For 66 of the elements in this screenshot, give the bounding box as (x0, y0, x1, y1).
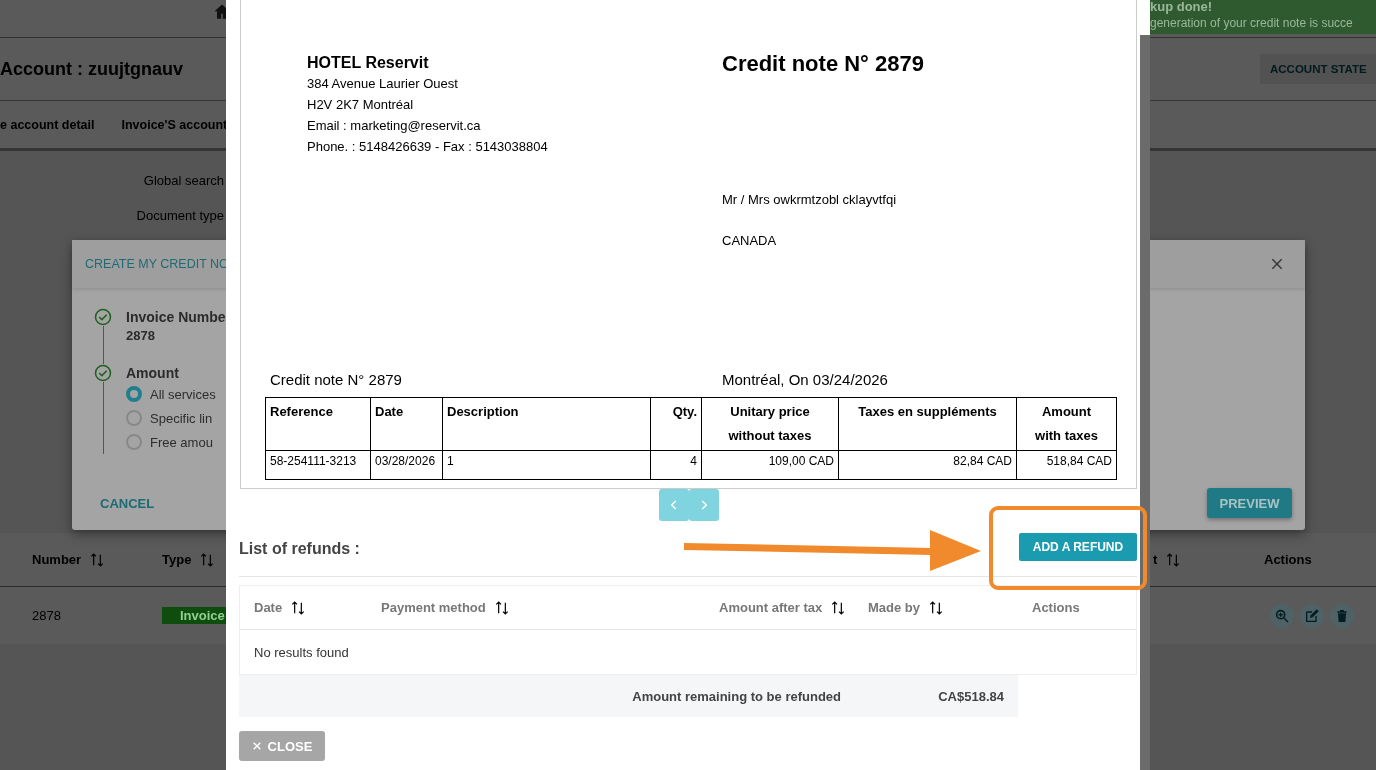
trash-button[interactable] (1330, 603, 1354, 628)
column-header: Made by (868, 600, 920, 615)
column-header: Date (254, 600, 283, 615)
step-value: 2878 (126, 327, 156, 345)
table-cell: 4 (650, 450, 702, 480)
next-page-button[interactable] (688, 489, 719, 521)
step-title: Invoice Numbe (126, 308, 226, 326)
zoom-in-button[interactable] (1270, 603, 1294, 628)
account-title: Account : zuujtgnauv (0, 58, 183, 80)
empty-message: No results found (253, 643, 350, 662)
edit-icon (1304, 607, 1320, 624)
total-label: Amount remaining to be refunded (631, 688, 841, 704)
table-cell: 82,84 CAD (838, 450, 1017, 480)
column-header: Qty. (650, 397, 702, 451)
previous-page-button[interactable] (658, 489, 689, 521)
column-header: Date (370, 397, 443, 451)
document-title: Credit note N° 2879 (722, 52, 925, 76)
place-date: Montréal, On 03/24/2026 (722, 371, 889, 388)
filter-label: Global search (143, 173, 224, 188)
table-cell: 03/28/2026 (370, 450, 443, 480)
column-header: Description (442, 397, 651, 451)
column-header: Taxes en suppléments (838, 397, 1017, 451)
column-header: Amount with taxes (1016, 397, 1117, 451)
close-button[interactable] (1269, 256, 1285, 272)
toast-message: generation of your credit note is succe (1150, 15, 1354, 32)
column-header: Actions (1264, 552, 1312, 567)
radio-option[interactable]: All services (126, 382, 216, 406)
radio-option[interactable]: Specific lin (126, 406, 216, 430)
table-cell: 1 (442, 450, 651, 480)
table-cell: 2878 (32, 608, 61, 623)
table-cell: 109,00 CAD (701, 450, 839, 480)
close-icon (251, 741, 262, 751)
column-header: Payment method (381, 600, 486, 615)
column-header: Reference (265, 397, 371, 451)
tab[interactable]: Invoice'S account (121, 117, 228, 132)
cancel-button[interactable]: CANCEL (100, 495, 155, 511)
trash-icon (1334, 607, 1350, 624)
table-cell: 518,84 CAD (1016, 450, 1117, 480)
toast-title: kup done! (1150, 0, 1214, 14)
tab[interactable]: e account detail (0, 117, 95, 132)
table-cell: 58-254111-3213 (265, 450, 371, 480)
column-header: Number (32, 552, 82, 567)
column-header: Type (162, 552, 192, 567)
column-header: Actions (1032, 600, 1080, 615)
issuer-address-line: H2V 2K7 Montréal (307, 96, 415, 114)
recipient-line: Mr / Mrs owkrmtzobl cklayvtfqi (722, 191, 898, 209)
column-header: t (1153, 552, 1158, 567)
filter-label: Document type (136, 208, 224, 223)
recipient-line: CANADA (722, 232, 778, 250)
reference-line: Credit note N° 2879 (270, 371, 403, 388)
edit-button[interactable] (1300, 603, 1324, 628)
account-state-button[interactable]: ACCOUNT STATE (1260, 54, 1376, 84)
preview-button[interactable]: PREVIEW (1207, 488, 1292, 518)
total-value: CA$518.84 (937, 688, 1004, 704)
section-title: List of refunds : (239, 539, 360, 558)
step-title: Amount (126, 364, 180, 382)
column-header: Amount after tax (719, 600, 823, 615)
issuer-address-line: Phone. : 5148426639 - Fax : 5143038804 (307, 138, 549, 156)
issuer-address-line: 384 Avenue Laurier Ouest (307, 75, 459, 93)
radio-option[interactable]: Free amou (126, 430, 216, 454)
column-header: Unitary price without taxes (701, 397, 839, 451)
issuer-name: HOTEL Reservit (307, 53, 430, 73)
add-refund-button[interactable]: ADD A REFUND (1019, 533, 1137, 561)
close-button[interactable]: CLOSE (239, 731, 325, 761)
zoom-in-icon (1274, 607, 1290, 624)
issuer-address-line: Email : marketing@reservit.ca (307, 117, 482, 135)
